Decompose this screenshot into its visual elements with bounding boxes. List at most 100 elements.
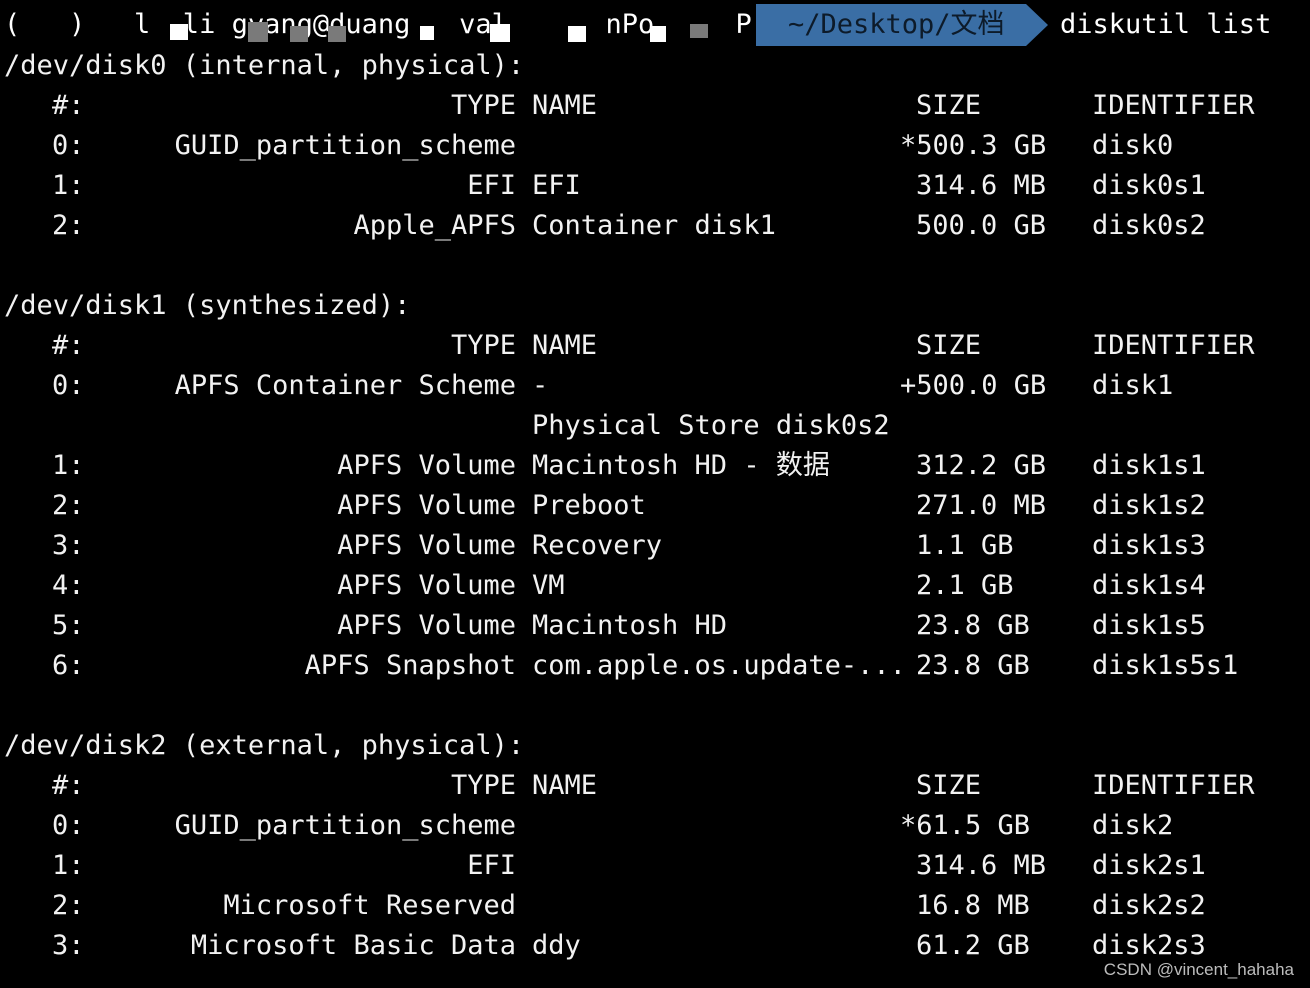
partition-type: Microsoft Reserved — [223, 890, 516, 921]
partition-identifier: disk0 — [1092, 130, 1174, 161]
partition-identifier: disk2s2 — [1092, 890, 1206, 921]
partition-size: 314.6 MB — [916, 170, 1047, 201]
partition-name: ddy — [532, 930, 581, 961]
partition-num: 0: — [52, 370, 85, 401]
disk-header: /dev/disk2 (external, physical): — [4, 730, 525, 761]
partition-size: 23.8 GB — [916, 610, 1030, 641]
partition-size: +500.0 GB — [900, 370, 1047, 401]
terminal-window[interactable]: ( ) l li gyang@duang val nPo Pro ~/Deskt… — [0, 0, 1310, 988]
partition-size: 1.1 GB — [916, 530, 1014, 561]
partition-num: 2: — [52, 890, 85, 921]
column-header-identifier: IDENTIFIER — [1092, 770, 1255, 801]
partition-type: APFS Volume — [337, 450, 516, 481]
partition-identifier: disk1 — [1092, 370, 1174, 401]
partition-num: 4: — [52, 570, 85, 601]
partition-num: 0: — [52, 130, 85, 161]
partition-identifier: disk1s3 — [1092, 530, 1206, 561]
partition-type: Microsoft Basic Data — [190, 930, 516, 961]
partition-type: APFS Snapshot — [304, 650, 516, 681]
partition-num: 2: — [52, 490, 85, 521]
column-header-name: NAME — [532, 330, 598, 361]
column-header-identifier: IDENTIFIER — [1092, 330, 1255, 361]
prompt-command: diskutil list — [1060, 9, 1272, 40]
partition-size: 16.8 MB — [916, 890, 1030, 921]
redaction-block — [248, 22, 268, 42]
partition-size: 314.6 MB — [916, 850, 1047, 881]
column-header-row: #: TYPE NAME SIZE IDENTIFIER — [0, 766, 1310, 806]
column-header-type: TYPE — [450, 770, 516, 801]
redaction-block — [490, 24, 510, 42]
partition-num: 3: — [52, 930, 85, 961]
partition-name: Preboot — [532, 490, 646, 521]
redaction-block — [328, 26, 346, 42]
partition-num: 5: — [52, 610, 85, 641]
partition-type: EFI — [467, 170, 516, 201]
column-header-num: #: — [52, 330, 85, 361]
column-header-row: #: TYPE NAME SIZE IDENTIFIER — [0, 326, 1310, 366]
partition-type: GUID_partition_scheme — [174, 810, 516, 841]
partition-type: GUID_partition_scheme — [174, 130, 516, 161]
partition-type: APFS Volume — [337, 570, 516, 601]
redaction-block — [290, 26, 308, 42]
partition-identifier: disk2s1 — [1092, 850, 1206, 881]
partition-identifier: disk1s4 — [1092, 570, 1206, 601]
column-header-size: SIZE — [916, 90, 982, 121]
partition-size: 500.0 GB — [916, 210, 1047, 241]
column-header-row: #: TYPE NAME SIZE IDENTIFIER — [0, 86, 1310, 126]
prompt-user-host: ( ) l li gyang@duang val nPo Pro — [4, 9, 785, 40]
partition-num: 2: — [52, 210, 85, 241]
partition-size: 312.2 GB — [916, 450, 1047, 481]
partition-row: 6: APFS Snapshot com.apple.os.update-... 23… — [0, 646, 1310, 686]
disk-header: /dev/disk0 (internal, physical): — [4, 50, 525, 81]
partition-size: *500.3 GB — [900, 130, 1047, 161]
partition-row: 1: EFI EFI 314.6 MB disk0s1 — [0, 166, 1310, 206]
partition-row: 1: EFI 314.6 MB disk2s1 — [0, 846, 1310, 886]
partition-name: - — [532, 370, 549, 401]
column-header-num: #: — [52, 90, 85, 121]
partition-name: Container disk1 — [532, 210, 776, 241]
partition-row: 0: GUID_partition_scheme *61.5 GB disk2 — [0, 806, 1310, 846]
partition-identifier: disk1s5s1 — [1092, 650, 1239, 681]
partition-identifier: disk1s5 — [1092, 610, 1206, 641]
redaction-block — [170, 24, 188, 40]
partition-row: 2: Microsoft Reserved 16.8 MB disk2s2 — [0, 886, 1310, 926]
partition-row: 0: APFS Container Scheme - +500.0 GB disk1 — [0, 366, 1310, 406]
partition-row: 3: APFS Volume Recovery 1.1 GB disk1s3 — [0, 526, 1310, 566]
partition-name: com.apple.os.update-... — [532, 650, 906, 681]
partition-identifier: disk1s2 — [1092, 490, 1206, 521]
column-header-num: #: — [52, 770, 85, 801]
partition-num: 1: — [52, 450, 85, 481]
partition-size: 2.1 GB — [916, 570, 1014, 601]
partition-name: Macintosh HD - 数据 — [532, 450, 830, 481]
partition-row: 0: GUID_partition_scheme *500.3 GB disk0 — [0, 126, 1310, 166]
prompt-path-arrow — [1026, 4, 1048, 46]
partition-identifier: disk1s1 — [1092, 450, 1206, 481]
column-header-size: SIZE — [916, 770, 982, 801]
prompt-path-segment: ~/Desktop/文档 — [756, 4, 1026, 46]
partition-size: 271.0 MB — [916, 490, 1047, 521]
partition-num: 3: — [52, 530, 85, 561]
column-header-name: NAME — [532, 90, 598, 121]
disk-header: /dev/disk1 (synthesized): — [4, 290, 411, 321]
partition-size: *61.5 GB — [900, 810, 1031, 841]
column-header-name: NAME — [532, 770, 598, 801]
partition-num: 6: — [52, 650, 85, 681]
partition-size: 61.2 GB — [916, 930, 1030, 961]
partition-type: EFI — [467, 850, 516, 881]
redaction-block — [690, 24, 708, 38]
watermark: CSDN @vincent_hahaha — [1103, 960, 1294, 979]
partition-type: APFS Container Scheme — [174, 370, 516, 401]
partition-row: 2: Apple_APFS Container disk1 500.0 GB disk0… — [0, 206, 1310, 246]
partition-num: 1: — [52, 170, 85, 201]
partition-identifier: disk0s1 — [1092, 170, 1206, 201]
partition-row: 5: APFS Volume Macintosh HD 23.8 GB disk1s5 — [0, 606, 1310, 646]
partition-type: APFS Volume — [337, 490, 516, 521]
partition-type: Apple_APFS — [353, 210, 516, 241]
partition-name: Physical Store disk0s2 — [532, 410, 890, 441]
partition-size: 23.8 GB — [916, 650, 1030, 681]
column-header-identifier: IDENTIFIER — [1092, 90, 1255, 121]
column-header-type: TYPE — [450, 330, 516, 361]
column-header-size: SIZE — [916, 330, 982, 361]
partition-row: 2: APFS Volume Preboot 271.0 MB disk1s2 — [0, 486, 1310, 526]
partition-name: Macintosh HD — [532, 610, 728, 641]
